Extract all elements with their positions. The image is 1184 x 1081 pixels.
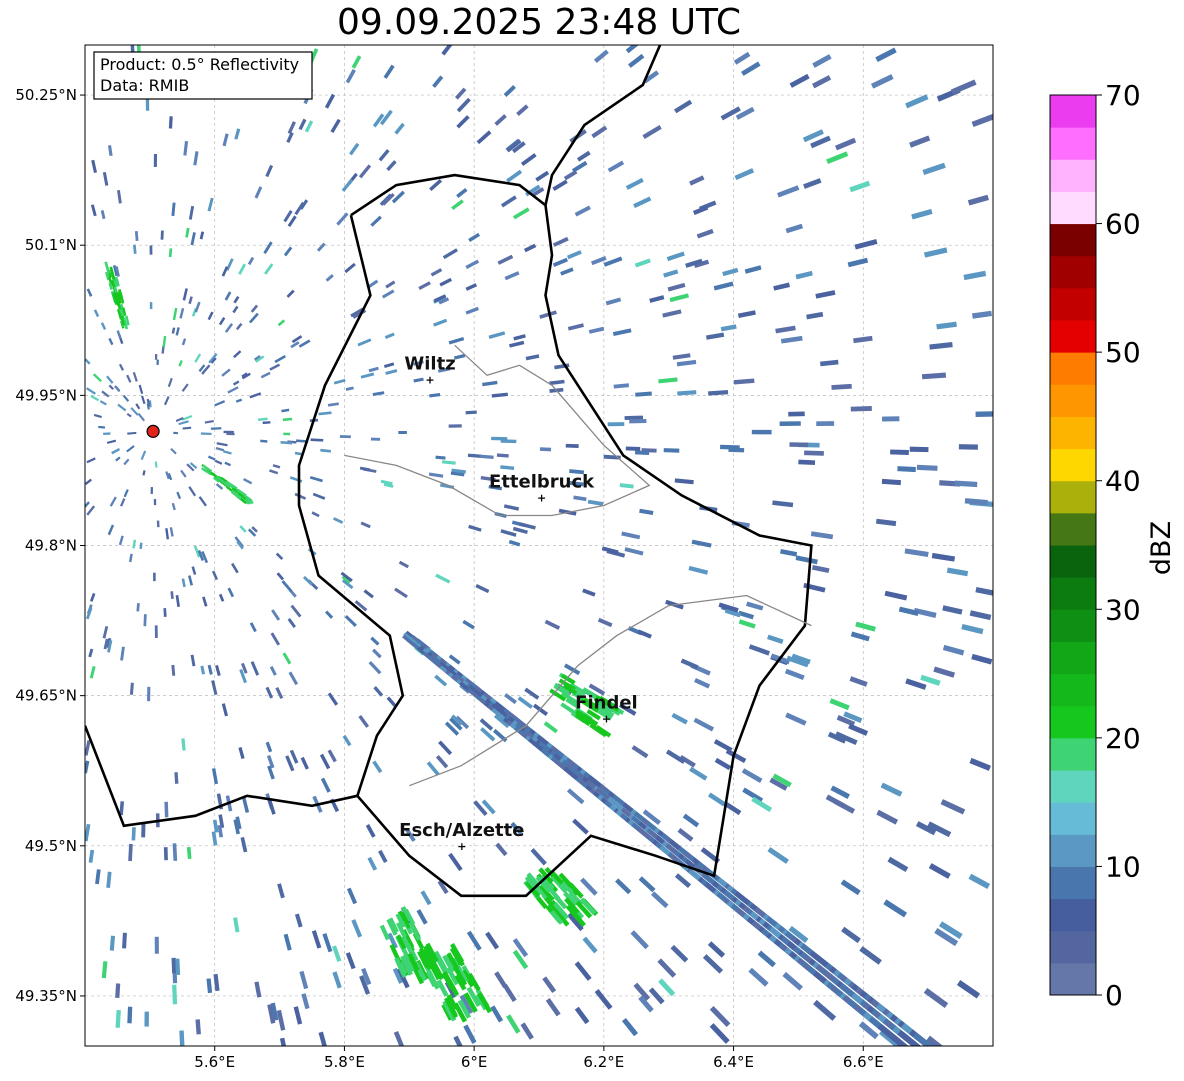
lat-tick-label: 49.8°N	[25, 537, 77, 555]
colorbar-tick-label: 60	[1105, 208, 1141, 241]
colorbar-tick-label: 10	[1105, 850, 1141, 883]
colorbar-swatch	[1050, 545, 1096, 578]
radar-site-marker	[146, 424, 160, 438]
lat-tick-label: 50.25°N	[15, 86, 77, 104]
colorbar-swatch	[1050, 95, 1096, 128]
city-marker: +	[457, 840, 466, 853]
colorbar: 0 10 20 30 40 50 60 70	[1049, 79, 1141, 1012]
lat-tick-label: 50.1°N	[25, 236, 77, 254]
colorbar-swatch	[1050, 802, 1096, 835]
radar-map-figure: +Wiltz+Ettelbruck+Findel+Esch/Alzette 5.…	[15, 44, 1177, 1071]
colorbar-label: dBZ	[1146, 521, 1177, 575]
colorbar-swatch	[1050, 898, 1096, 932]
colorbar-swatch	[1050, 191, 1096, 225]
lon-tick-label: 6.6°E	[843, 1053, 884, 1071]
colorbar-swatch	[1050, 384, 1096, 417]
city-marker: +	[537, 491, 546, 504]
colorbar-swatch	[1050, 448, 1096, 482]
lon-tick-label: 5.6°E	[194, 1053, 235, 1071]
lat-tick-label: 49.65°N	[15, 687, 77, 705]
lat-tick-label: 49.35°N	[15, 987, 77, 1005]
colorbar-tick-label: 20	[1105, 722, 1141, 755]
colorbar-swatch	[1050, 159, 1096, 192]
lon-tick-label: 6.4°E	[713, 1053, 754, 1071]
info-box: Product: 0.5° Reflectivity Data: RMIB	[93, 51, 313, 100]
lat-tick-label: 49.5°N	[25, 837, 77, 855]
colorbar-swatch	[1050, 737, 1096, 771]
colorbar-swatch	[1050, 962, 1096, 996]
colorbar-swatch	[1050, 127, 1096, 160]
colorbar-swatch	[1050, 770, 1096, 803]
colorbar-swatch	[1050, 223, 1096, 257]
lon-tick-label: 6°E	[461, 1053, 488, 1071]
info-product: Product: 0.5° Reflectivity	[100, 55, 299, 74]
city-label: Findel	[575, 693, 638, 714]
colorbar-tick-label: 0	[1105, 979, 1123, 1012]
colorbar-swatch	[1050, 930, 1096, 964]
colorbar-tick-label: 50	[1105, 336, 1141, 369]
colorbar-swatch	[1050, 834, 1096, 867]
colorbar-swatch	[1050, 609, 1096, 642]
colorbar-tick-label: 30	[1105, 593, 1141, 626]
colorbar-tick-label: 40	[1105, 465, 1141, 498]
colorbar-swatch	[1050, 287, 1096, 321]
city-label: Esch/Alzette	[399, 820, 524, 841]
colorbar-swatch	[1050, 577, 1096, 610]
colorbar-swatch	[1050, 866, 1096, 900]
colorbar-swatch	[1050, 416, 1096, 450]
city-marker: +	[425, 373, 434, 386]
colorbar-swatch	[1050, 352, 1096, 385]
colorbar-swatch	[1050, 512, 1096, 546]
colorbar-swatch	[1050, 673, 1096, 707]
colorbar-tick-label: 70	[1105, 79, 1141, 112]
lon-tick-label: 5.8°E	[324, 1053, 365, 1071]
city-label: Wiltz	[404, 353, 455, 374]
lat-tick-label: 49.95°N	[15, 386, 77, 404]
colorbar-swatch	[1050, 641, 1096, 675]
lon-tick-label: 6.2°E	[583, 1053, 624, 1071]
colorbar-swatch	[1050, 320, 1096, 353]
city-label: Ettelbruck	[489, 471, 595, 492]
city-marker: +	[602, 713, 611, 726]
colorbar-swatch	[1050, 480, 1096, 514]
colorbar-swatch	[1050, 705, 1096, 739]
colorbar-swatch	[1050, 255, 1096, 289]
info-data-source: Data: RMIB	[100, 76, 189, 95]
